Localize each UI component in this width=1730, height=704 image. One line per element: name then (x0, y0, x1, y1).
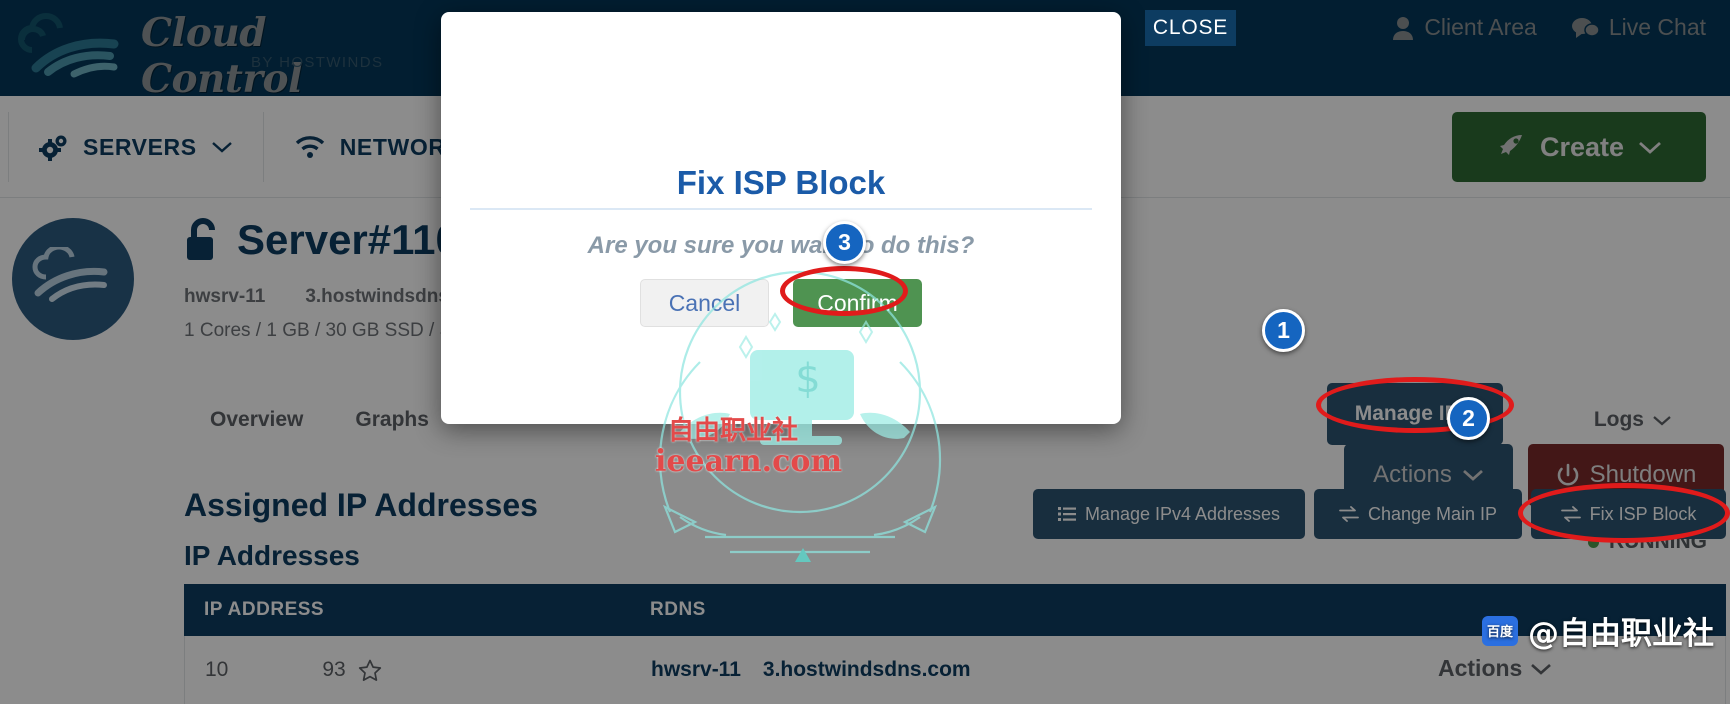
brand-tagline: BY HOSTWINDS (251, 54, 384, 71)
tab-overview[interactable]: Overview (184, 392, 329, 448)
chevron-down-icon (211, 142, 232, 153)
annotation-badge-3: 3 (823, 221, 866, 264)
manage-ipv4-button[interactable]: Manage IPv4 Addresses (1033, 489, 1305, 539)
topnav-item-client-area[interactable]: Client Area (1392, 14, 1537, 41)
chat-bubbles-icon (1571, 17, 1599, 38)
modal-divider (470, 208, 1092, 210)
cell-rdns: hwsrv-11 3.hostwindsdns.com (651, 658, 1725, 682)
tab-logs[interactable]: Logs (1568, 392, 1698, 448)
row-actions-label: Actions (1438, 655, 1523, 681)
create-button[interactable]: Create (1452, 112, 1706, 182)
server-title: Server#1108 (183, 216, 482, 264)
swap-icon (1339, 506, 1359, 522)
annotation-ellipse-confirm (780, 266, 908, 316)
column-header-ip-address: IP ADDRESS (204, 599, 325, 620)
ip-address-tail: 93 (322, 658, 346, 681)
modal-question: Are you sure you want to do this? (587, 232, 975, 259)
tab-label-logs: Logs (1593, 408, 1644, 431)
chevron-down-icon (1531, 663, 1552, 675)
manage-ipv4-label: Manage IPv4 Addresses (1084, 503, 1281, 524)
chevron-down-icon (1462, 469, 1483, 481)
rdns-host: hwsrv-11 (651, 658, 741, 681)
ip-table: IP ADDRESS RDNS 10 93 hwsrv-11 3.hostwin… (184, 584, 1726, 704)
cancel-button[interactable]: Cancel (640, 279, 769, 327)
chevron-down-icon (1639, 141, 1661, 154)
top-nav: Client Area Live Chat (1392, 14, 1706, 41)
modal-title: Fix ISP Block (676, 164, 886, 201)
topnav-label-live-chat: Live Chat (1608, 14, 1706, 40)
server-specs: 1 Cores / 1 GB / 30 GB SSD / Seat (184, 320, 479, 341)
brand[interactable]: Cloud Control BY HOSTWINDS (6, 2, 386, 102)
gears-icon (39, 135, 67, 161)
list-icon (1057, 507, 1076, 521)
nav-label-servers: SERVERS (83, 133, 197, 160)
change-main-ip-button[interactable]: Change Main IP (1314, 489, 1522, 539)
annotation-badge-2: 2 (1447, 397, 1490, 440)
server-actions-label: Actions (1373, 461, 1452, 488)
user-icon (1393, 16, 1414, 40)
unlock-icon (187, 218, 215, 260)
cloud-avatar-icon (32, 247, 108, 302)
chevron-down-icon (1653, 415, 1671, 425)
wifi-icon (295, 136, 324, 158)
close-label: CLOSE (1152, 16, 1229, 39)
cloud-swoosh-logo (17, 12, 119, 78)
tab-graphs[interactable]: Graphs (329, 392, 455, 448)
column-header-rdns: RDNS (650, 599, 706, 620)
create-label: Create (1539, 131, 1625, 162)
topnav-item-live-chat[interactable]: Live Chat (1571, 14, 1706, 41)
ip-table-header: IP ADDRESS RDNS (184, 584, 1726, 636)
row-actions-button[interactable]: Actions (1438, 655, 1552, 682)
annotation-badge-1: 1 (1262, 309, 1305, 352)
tab-label-graphs: Graphs (355, 408, 429, 431)
annotation-ellipse-fix-isp (1518, 483, 1730, 543)
close-button[interactable]: CLOSE (1145, 10, 1236, 46)
rdns-domain: 3.hostwindsdns.com (762, 658, 971, 681)
change-main-ip-label: Change Main IP (1367, 503, 1498, 524)
ip-addresses-subtitle: IP Addresses (184, 540, 360, 571)
tab-label-overview: Overview (210, 408, 304, 431)
server-hostname: hwsrv-11 (184, 286, 266, 307)
nav-item-servers[interactable]: SERVERS (8, 112, 264, 182)
cancel-label: Cancel (668, 289, 741, 316)
fix-isp-block-modal: Fix ISP Block Are you sure you want to d… (441, 12, 1121, 424)
topnav-label-client-area: Client Area (1424, 14, 1537, 40)
power-icon (1557, 463, 1578, 486)
avatar (12, 218, 134, 340)
cell-ip-address: 10 93 (185, 658, 651, 682)
assigned-ip-title: Assigned IP Addresses (184, 487, 538, 523)
star-outline-icon (358, 659, 381, 681)
rocket-icon (1499, 135, 1522, 155)
ip-address-head: 10 (205, 658, 229, 681)
